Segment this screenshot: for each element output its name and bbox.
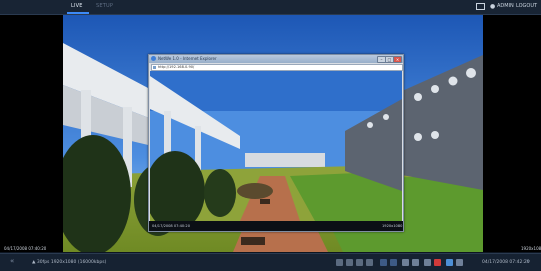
- tab-live[interactable]: LIVE: [71, 3, 83, 9]
- window-layout-icon[interactable]: [476, 3, 485, 10]
- popup-status-bar: 04/17/2008 07:40:20 1920x1080: [149, 221, 403, 231]
- page-icon: [153, 66, 156, 69]
- browser-icon: [151, 56, 156, 61]
- layout-1x1-icon[interactable]: [336, 259, 343, 266]
- camera-icon[interactable]: [412, 259, 419, 266]
- stream-info: ▲ 30fps 1920x1080 (16000kbps): [32, 260, 107, 265]
- bottom-control-bar: « ▲ 30fps 1920x1080 (16000kbps) 04/17/20…: [0, 253, 541, 271]
- popup-camera-image: [150, 71, 402, 221]
- tab-setup[interactable]: SETUP: [96, 3, 113, 9]
- top-navigation-bar: LIVE SETUP ● ADMIN LOGOUT: [0, 0, 541, 15]
- fullscreen-icon[interactable]: [380, 259, 387, 266]
- collapse-left-icon[interactable]: «: [10, 257, 14, 265]
- layout-3x3-icon[interactable]: [356, 259, 363, 266]
- speaker-icon[interactable]: [424, 259, 431, 266]
- layout-4x4-icon[interactable]: [366, 259, 373, 266]
- settings-icon[interactable]: [456, 259, 463, 266]
- popup-title: NetWe 1.0 - Internet Explorer: [158, 56, 217, 61]
- aspect-ratio-icon[interactable]: [390, 259, 397, 266]
- close-button[interactable]: ×: [393, 56, 402, 63]
- record-icon[interactable]: [434, 259, 441, 266]
- video-resolution: 1920x1080: [521, 246, 541, 251]
- popup-camera-view[interactable]: [150, 71, 402, 221]
- snapshot-icon[interactable]: [402, 259, 409, 266]
- popup-title-bar[interactable]: NetWe 1.0 - Internet Explorer – □ ×: [149, 55, 403, 63]
- popup-resolution: 1920x1080: [382, 224, 403, 228]
- video-timestamp: 04/17/2008 07:40:20: [4, 246, 47, 251]
- logout-button[interactable]: LOGOUT: [516, 3, 537, 9]
- popup-browser-window[interactable]: NetWe 1.0 - Internet Explorer – □ × http…: [148, 54, 404, 232]
- popup-timestamp: 04/17/2008 07:40:20: [152, 224, 190, 228]
- footer-time: 04/17/2008 07:42:20: [482, 260, 530, 265]
- tab-live-active-indicator: [67, 12, 89, 14]
- address-bar[interactable]: http://192.168.0.90/: [151, 64, 403, 71]
- expand-right-icon[interactable]: »: [526, 257, 530, 265]
- user-name: ADMIN: [497, 3, 514, 9]
- user-icon: ●: [490, 3, 496, 10]
- address-text: http://192.168.0.90/: [158, 65, 195, 69]
- microphone-icon[interactable]: [446, 259, 453, 266]
- layout-2x2-icon[interactable]: [346, 259, 353, 266]
